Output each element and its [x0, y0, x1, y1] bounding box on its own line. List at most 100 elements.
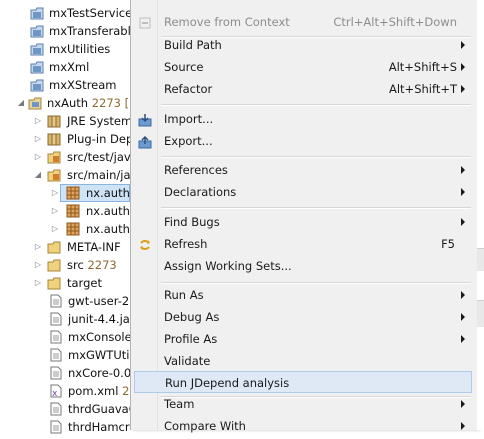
background-window-bar: [477, 300, 484, 327]
tree-row[interactable]: ▷ nx.auth.: [0, 202, 134, 220]
source-folder-icon: [47, 168, 61, 182]
tree-row[interactable]: junit-4.4.jar: [0, 310, 135, 328]
tree-row[interactable]: ▷ src 2273: [0, 256, 130, 274]
collapse-arrow-icon[interactable]: ◢: [16, 94, 26, 112]
file-icon: [49, 312, 63, 326]
file-icon: [49, 402, 63, 416]
menu-item-find-bugs[interactable]: Find Bugs: [133, 211, 473, 233]
file-icon: [49, 366, 63, 380]
menu-item-build-path[interactable]: Build Path: [133, 34, 473, 56]
export-icon: [138, 134, 152, 149]
submenu-arrow-icon: [461, 63, 465, 71]
tree-row[interactable]: thrdHamcr: [0, 418, 130, 436]
menu-item-run-as[interactable]: Run As: [133, 284, 473, 306]
tree-row[interactable]: mxXml: [0, 58, 130, 76]
submenu-arrow-icon: [461, 85, 465, 93]
tree-row-label: nxCore-0.0.: [68, 366, 135, 380]
tree-row[interactable]: ▷ META-INF: [0, 238, 130, 256]
expand-arrow-icon[interactable]: ▷: [33, 112, 43, 130]
background-window-edge: [477, 0, 484, 430]
menu-item-label: Assign Working Sets...: [164, 259, 292, 273]
expand-arrow-icon[interactable]: ▷: [33, 130, 43, 148]
tree-row[interactable]: ▷ Plug-in Dep: [0, 130, 134, 148]
menu-item-label: Find Bugs: [164, 215, 220, 229]
tree-row-label: Plug-in Dep: [67, 132, 134, 146]
menu-item-remove-from-context[interactable]: Remove from Context Ctrl+Alt+Shift+Down: [133, 11, 473, 33]
file-name: pom.xml: [68, 384, 119, 398]
menu-item-assign-working-sets[interactable]: Assign Working Sets...: [133, 255, 473, 277]
expand-arrow-icon[interactable]: ▷: [33, 274, 43, 292]
tree-row-label: META-INF: [67, 240, 121, 254]
collapse-arrow-icon[interactable]: ◢: [33, 166, 43, 184]
expand-arrow-icon[interactable]: ▷: [50, 184, 60, 202]
menu-item-team[interactable]: Team: [133, 393, 473, 415]
expand-arrow-icon[interactable]: ▷: [50, 202, 60, 220]
submenu-arrow-icon: [461, 335, 465, 343]
menu-item-compare-with[interactable]: Compare With: [133, 415, 473, 437]
menu-item-label: Export...: [164, 134, 213, 148]
menu-item-references[interactable]: References: [133, 159, 473, 181]
tree-row[interactable]: mxConsole: [0, 328, 132, 346]
tree-row[interactable]: nxCore-0.0.: [0, 364, 135, 382]
tree-row-label: thrdHamcr: [68, 420, 130, 434]
folder-icon: [47, 240, 61, 254]
package-icon: [66, 204, 80, 218]
menu-item-import[interactable]: Import...: [133, 108, 473, 130]
menu-item-source[interactable]: Source Alt+Shift+S: [133, 56, 473, 78]
menu-item-debug-as[interactable]: Debug As: [133, 306, 473, 328]
package-icon: [66, 222, 80, 236]
tree-row-label: JRE System: [67, 114, 133, 128]
project-folder-icon: [30, 60, 44, 74]
tree-row[interactable]: mxTestService: [0, 4, 133, 22]
tree-row-label: gwt-user-2.: [68, 294, 133, 308]
menu-item-shortcut: Alt+Shift+T: [388, 82, 457, 96]
project-folder-icon: [30, 24, 44, 38]
tree-row[interactable]: thrdGuavaG: [0, 400, 138, 418]
tree-row[interactable]: mxUtilities: [0, 40, 130, 58]
tree-row[interactable]: mxXStream: [0, 76, 130, 94]
tree-row[interactable]: ◢ src/main/ja: [0, 166, 131, 184]
tree-row[interactable]: x pom.xml 23: [0, 382, 137, 400]
tree-row[interactable]: ◢ nxAuth 2273 [h: [0, 94, 137, 112]
file-icon: [49, 294, 63, 308]
expand-arrow-icon[interactable]: ▷: [33, 238, 43, 256]
tree-row[interactable]: mxTransferable: [0, 22, 138, 40]
project-folder-icon: [30, 78, 44, 92]
menu-item-shortcut: Alt+Shift+S: [388, 60, 457, 74]
tree-row-label: pom.xml 23: [68, 382, 137, 400]
menu-item-refresh[interactable]: Refresh F5: [133, 233, 473, 255]
menu-item-export[interactable]: Export...: [133, 130, 473, 152]
expand-arrow-icon[interactable]: ▷: [33, 256, 43, 274]
menu-item-profile-as[interactable]: Profile As: [133, 328, 473, 350]
menu-item-label: Build Path: [164, 38, 222, 52]
tree-row-label: mxTestService: [49, 6, 133, 20]
menu-item-label: Run As: [164, 288, 204, 302]
tree-row-label: mxXml: [49, 60, 90, 74]
tree-row[interactable]: ▷ src/test/jav: [0, 148, 131, 166]
menu-item-refactor[interactable]: Refactor Alt+Shift+T: [133, 78, 473, 100]
tree-row-label: thrdGuavaG: [68, 402, 138, 416]
menu-separator: [161, 156, 471, 158]
expand-arrow-icon[interactable]: ▷: [50, 220, 60, 238]
tree-row[interactable]: ▷ nx.auth.: [0, 220, 134, 238]
menu-separator: [161, 207, 471, 209]
menu-item-run-jdepend-analysis[interactable]: Run JDepend analysis: [134, 371, 472, 393]
tree-row[interactable]: mxGWTUtil: [0, 346, 133, 364]
menu-item-label: Remove from Context: [164, 15, 290, 29]
tree-row[interactable]: ▷ nx.auth.: [0, 184, 134, 202]
menu-item-declarations[interactable]: Declarations: [133, 181, 473, 203]
tree-row[interactable]: ▷ target: [0, 274, 130, 292]
folder-icon: [47, 276, 61, 290]
expand-arrow-icon[interactable]: ▷: [33, 148, 43, 166]
tree-row[interactable]: gwt-user-2.: [0, 292, 133, 310]
menu-separator: [161, 104, 471, 106]
menu-item-label: Source: [164, 60, 204, 74]
project-folder-icon: [30, 42, 44, 56]
menu-item-validate[interactable]: Validate: [133, 350, 473, 372]
menu-item-label: Validate: [164, 354, 211, 368]
tree-row[interactable]: ▷ JRE System: [0, 112, 133, 130]
menu-item-label: References: [164, 163, 228, 177]
menu-item-label: Compare With: [164, 419, 246, 433]
submenu-arrow-icon: [461, 188, 465, 196]
tree-row-label: mxXStream: [49, 78, 117, 92]
